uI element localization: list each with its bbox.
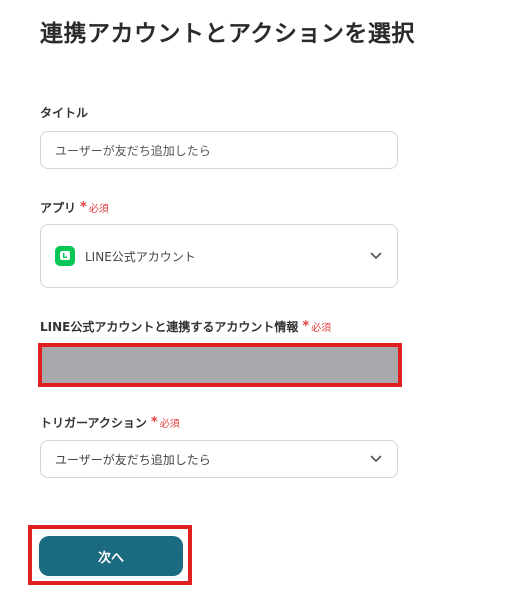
chevron-down-icon xyxy=(369,249,383,263)
title-field-label: タイトル xyxy=(40,104,88,121)
required-text: 必須 xyxy=(311,323,332,334)
app-select[interactable]: LINE公式アカウント xyxy=(40,224,398,288)
trigger-select[interactable]: ユーザーが友だち追加したら xyxy=(40,440,398,478)
required-text: 必須 xyxy=(159,419,180,430)
required-star: * xyxy=(80,200,87,215)
required-text: 必須 xyxy=(88,204,109,215)
trigger-label-text: トリガーアクション xyxy=(40,416,147,430)
title-label-text: タイトル xyxy=(40,106,89,120)
title-input[interactable] xyxy=(40,131,398,169)
line-logo-icon xyxy=(55,246,75,266)
trigger-select-value: ユーザーが友だち追加したら xyxy=(55,452,211,467)
account-label-text: LINE公式アカウントと連携するアカウント情報 xyxy=(40,320,299,334)
app-select-value: LINE公式アカウント xyxy=(85,249,196,264)
trigger-field-label: トリガーアクション * 必須 xyxy=(40,414,180,431)
account-select-highlight xyxy=(38,343,402,387)
app-label-text: アプリ xyxy=(40,201,77,215)
next-button[interactable]: 次へ xyxy=(39,536,183,576)
page-title: 連携アカウントとアクションを選択 xyxy=(40,21,415,47)
app-field-label: アプリ * 必須 xyxy=(40,199,109,216)
chevron-down-icon xyxy=(369,452,383,466)
required-star: * xyxy=(150,415,158,430)
required-star: * xyxy=(302,319,310,334)
account-field-label: LINE公式アカウントと連携するアカウント情報 * 必須 xyxy=(40,318,331,335)
account-select-masked[interactable] xyxy=(42,347,398,383)
